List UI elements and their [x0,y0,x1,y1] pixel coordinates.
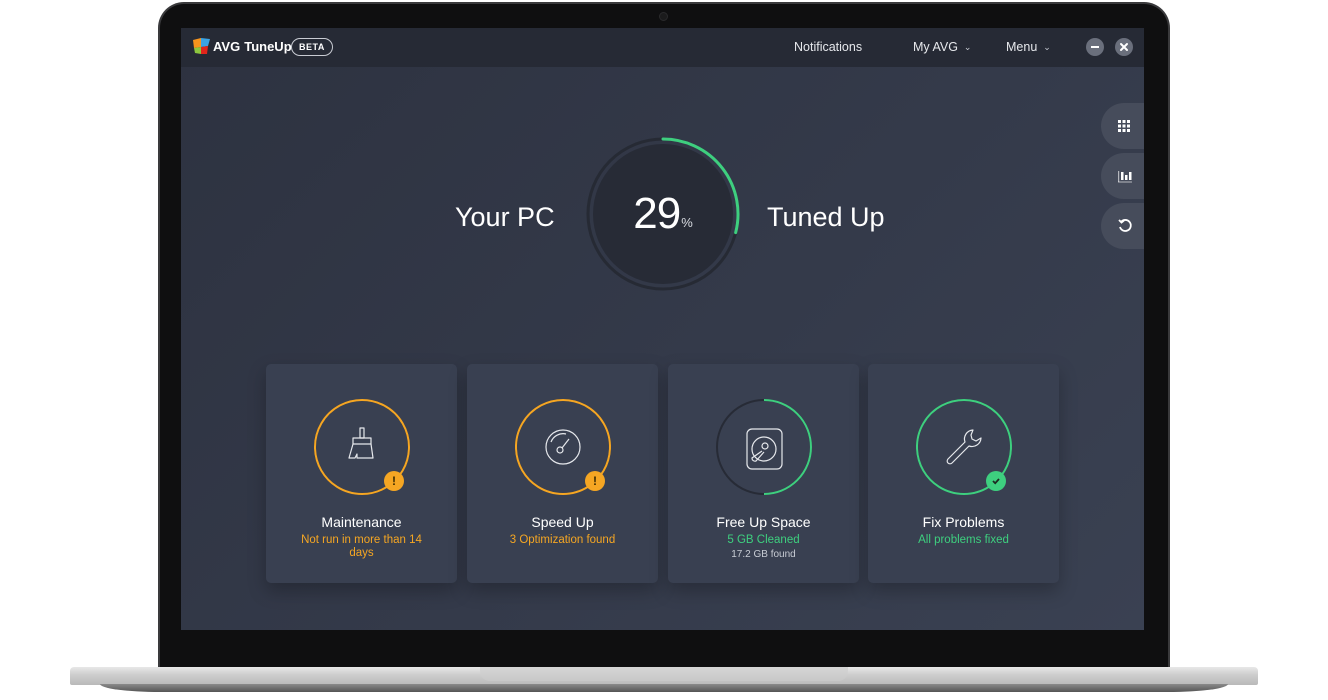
wrench-icon [946,429,982,465]
statistics-button[interactable] [1101,153,1144,199]
card-free-up-space[interactable]: Free Up Space 5 GB Cleaned 17.2 GB found [668,364,859,583]
card-speed-up[interactable]: ! Speed Up 3 Optimization found [467,364,658,583]
brand-name: AVG [213,39,241,54]
chevron-down-icon: ⌄ [1043,41,1051,52]
hard-drive-icon [746,428,783,470]
undo-icon [1118,219,1132,232]
card-fix-problems[interactable]: Fix Problems All problems fixed [868,364,1059,583]
app-window: AVG TuneUp BETA Notifications My AVG ⌄ Me… [181,28,1144,630]
camera [659,12,668,21]
my-avg-dropdown[interactable]: My AVG ⌄ [913,40,971,54]
notifications-label: Notifications [794,40,863,54]
percent-value: 29 [633,189,681,238]
warning-badge-icon: ! [585,471,605,491]
notifications-link[interactable]: Notifications [794,40,862,54]
bar-chart-icon [1118,171,1132,183]
laptop-notch [480,667,848,681]
my-avg-label: My AVG [913,40,958,54]
gauge-value: 29 % [585,136,741,292]
chevron-down-icon: ⌄ [963,41,972,52]
card-status: Not run in more than 14 days [301,534,422,559]
app-title: AVG TuneUp [213,39,292,54]
card-title: Speed Up [531,514,594,530]
card-title: Maintenance [321,514,402,530]
close-button[interactable] [1115,38,1133,56]
percent-symbol: % [681,214,693,230]
grid-icon [1118,120,1130,132]
card-title: Fix Problems [922,514,1005,530]
product-name: TuneUp [244,39,292,54]
laptop-base-bottom [100,684,1228,692]
apps-grid-button[interactable] [1101,103,1144,149]
warning-badge-icon: ! [384,471,404,491]
card-title: Free Up Space [716,514,811,530]
hero-label-left: Your PC [455,202,555,232]
minimize-icon [1091,46,1099,48]
card-maintenance[interactable]: ! Maintenance Not run in more than 14 da… [266,364,457,583]
menu-dropdown[interactable]: Menu ⌄ [1006,40,1051,54]
undo-button[interactable] [1101,203,1144,249]
speedometer-icon [545,429,581,465]
minimize-button[interactable] [1086,38,1104,56]
card-detail: 17.2 GB found [731,549,796,560]
avg-logo-icon [193,38,210,54]
title-bar: AVG TuneUp BETA Notifications My AVG ⌄ Me… [181,28,1144,67]
beta-badge: BETA [291,38,333,56]
check-badge-icon [986,471,1006,491]
menu-label: Menu [1006,40,1038,54]
hero-label-right: Tuned Up [767,202,885,232]
brush-icon [348,427,374,459]
card-status: 3 Optimization found [509,534,616,546]
close-icon [1120,43,1128,51]
card-status: 5 GB Cleaned [727,534,800,546]
card-status: All problems fixed [918,534,1009,546]
